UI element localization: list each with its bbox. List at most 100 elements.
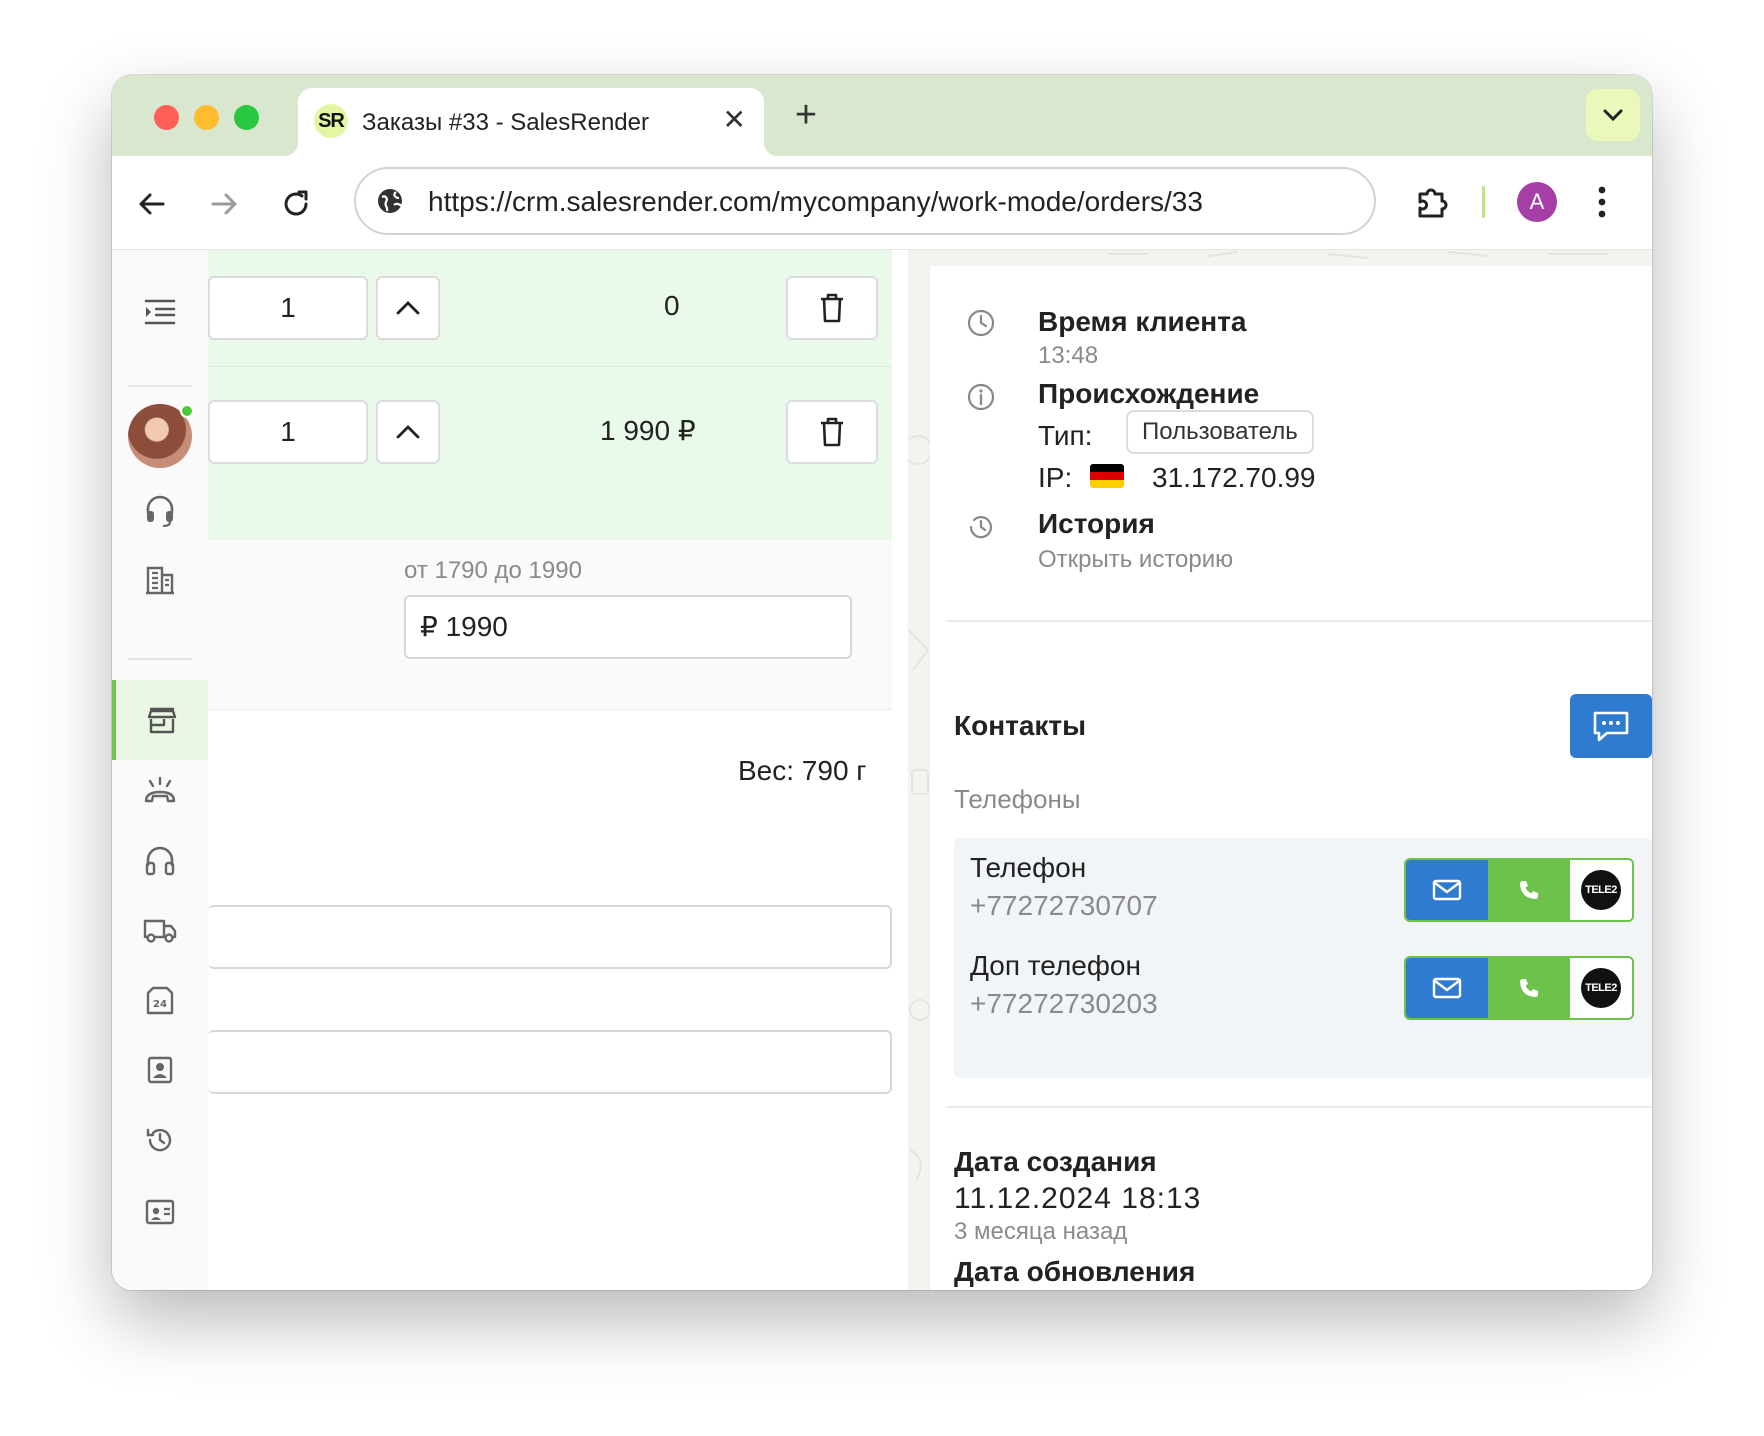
back-button[interactable] [132,184,172,224]
browser-tab-active[interactable]: SR Заказы #33 - SalesRender ✕ [284,88,778,156]
price-input[interactable]: ₽ 1990 [404,595,852,659]
contacts-title: Контакты [954,710,1087,741]
chat-bubble-icon [1593,711,1629,742]
order-weight: Вес: 790 г [738,755,867,786]
phone-actions: TELE2 [1404,956,1634,1020]
sms-button[interactable] [1406,958,1488,1018]
phone-name: Телефон [970,852,1087,883]
menu-indent-icon [144,299,176,325]
address-bar[interactable]: https://crm.salesrender.com/mycompany/wo… [354,167,1376,235]
sidebar-item-profiles[interactable] [112,1170,208,1250]
sidebar-item-calls[interactable] [112,750,208,830]
trash-icon [821,417,843,447]
history-icon [146,1128,172,1152]
sidebar-item-company[interactable] [112,540,208,620]
text-field[interactable] [208,905,892,969]
reload-icon [284,190,308,216]
new-tab-button[interactable]: + [784,93,828,137]
delete-row-button[interactable] [786,276,878,340]
updated-title: Дата обновления [954,1256,1196,1287]
call-button[interactable] [1488,860,1570,920]
tele2-logo-icon: TELE2 [1581,968,1621,1008]
store-icon [147,707,177,734]
origin-ip-value: 31.172.70.99 [1152,462,1316,493]
sidebar-item-operator[interactable] [112,470,208,550]
quantity-input[interactable]: 1 [208,400,368,464]
arrow-left-icon [139,193,165,215]
extensions-puzzle-icon[interactable] [1412,182,1452,222]
row-divider [208,366,892,367]
sidebar-item-history[interactable] [112,1100,208,1180]
mail-icon [1432,977,1462,999]
salesrender-favicon-icon: SR [314,104,348,138]
sidebar-item-contacts[interactable] [112,1030,208,1110]
delete-row-button[interactable] [786,400,878,464]
building-icon [146,566,174,595]
tab-close-icon[interactable]: ✕ [723,104,746,136]
send-message-button[interactable] [1570,694,1652,758]
tab-strip: SR Заказы #33 - SalesRender ✕ + [112,75,1652,156]
call-button[interactable] [1488,958,1570,1018]
headset-icon [146,495,174,527]
headphones-icon [145,846,175,876]
phone-number[interactable]: +77272730203 [970,988,1158,1020]
section-divider [946,1106,1652,1108]
app-sidebar: 24 [112,250,208,1290]
sidebar-divider [128,385,192,387]
chevron-down-icon [1603,109,1623,122]
sidebar-item-delivery[interactable] [112,890,208,970]
more-menu-icon[interactable] [1594,182,1610,222]
browser-window: SR Заказы #33 - SalesRender ✕ + https://… [112,75,1652,1290]
sidebar-toggle[interactable] [112,272,208,352]
phone-number[interactable]: +77272730707 [970,890,1158,922]
phones-label: Телефоны [954,784,1081,814]
history-icon [969,516,993,539]
phones-list: Телефон +77272730707 TELE2 Доп телефон +… [954,838,1652,1078]
trash-icon [821,293,843,323]
browser-toolbar: https://crm.salesrender.com/mycompany/wo… [112,156,1652,250]
forward-button[interactable] [204,184,244,224]
svg-text:24: 24 [153,999,167,1010]
minimize-window-button[interactable] [194,105,219,130]
created-title: Дата создания [954,1146,1157,1177]
row-price: 0 [664,290,680,321]
client-time-value: 13:48 [1038,342,1099,369]
germany-flag-icon [1090,464,1124,488]
truck-icon [143,919,177,943]
online-status-dot [180,404,194,418]
quantity-input[interactable]: 1 [208,276,368,340]
sidebar-item-support[interactable] [112,820,208,900]
id-card-icon [145,1199,175,1225]
mail-icon [1432,879,1462,901]
tele2-logo-icon: TELE2 [1581,870,1621,910]
sidebar-item-warehouse[interactable]: 24 [112,960,208,1040]
contact-card-icon [147,1056,173,1084]
section-divider [946,620,1652,622]
row-price: 1 990 ₽ [600,415,696,446]
profile-avatar[interactable]: A [1517,182,1557,222]
created-value: 11.12.2024 18:13 [954,1182,1202,1215]
reload-button[interactable] [276,184,316,224]
clock-icon [967,309,995,337]
globe-icon[interactable] [374,185,406,217]
info-icon [967,383,995,411]
maximize-window-button[interactable] [234,105,259,130]
sidebar-item-orders[interactable] [112,680,208,760]
expand-row-button[interactable] [376,276,440,340]
phone-icon [1520,979,1538,997]
sms-button[interactable] [1406,860,1488,920]
carrier-badge: TELE2 [1570,860,1632,920]
expand-row-button[interactable] [376,400,440,464]
order-info-panel: Время клиента 13:48 Происхождение Тип: П… [930,266,1652,1290]
tab-search-button[interactable] [1586,89,1640,141]
origin-ip-label: IP: [1038,462,1073,493]
price-range-label: от 1790 до 1990 [404,557,582,584]
open-history-link[interactable]: Открыть историю [1038,546,1233,574]
toolbar-separator [1482,186,1485,218]
arrow-right-icon [211,193,237,215]
close-window-button[interactable] [154,105,179,130]
tab-title: Заказы #33 - SalesRender [362,109,649,136]
phone-icon [1520,881,1538,899]
text-field[interactable] [208,1030,892,1094]
history-title: История [1038,508,1155,539]
